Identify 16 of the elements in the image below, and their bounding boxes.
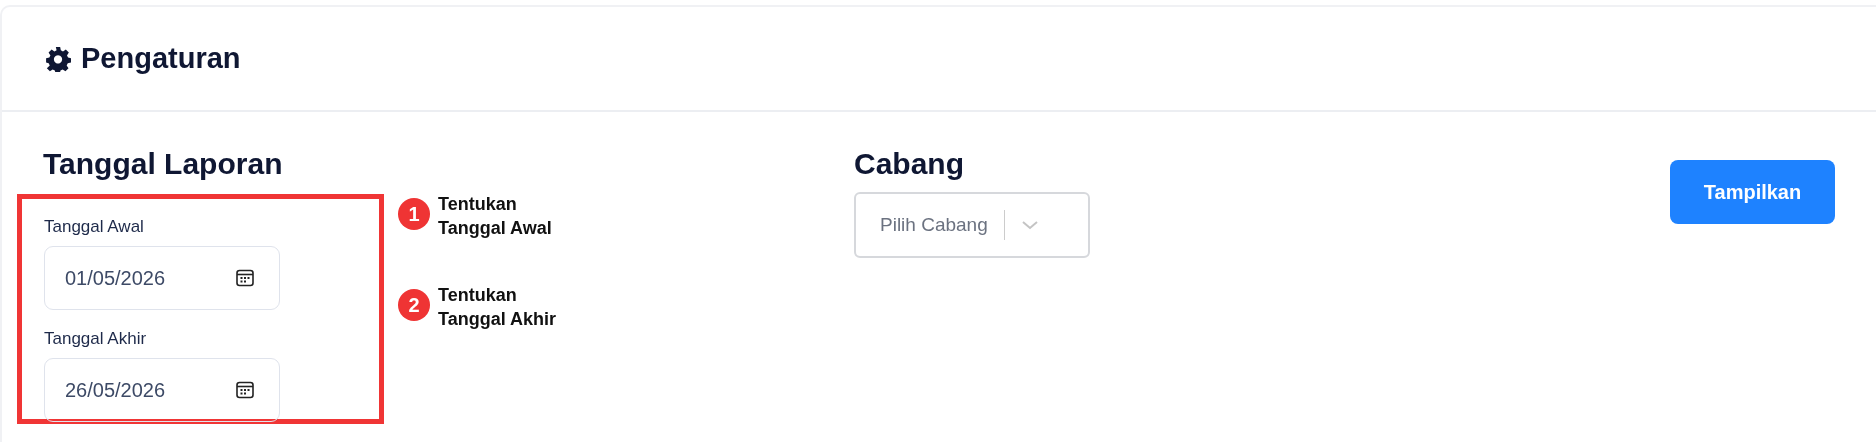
calendar-icon[interactable] xyxy=(235,268,255,288)
branch-select[interactable]: Pilih Cabang xyxy=(854,192,1090,258)
field-label: Tanggal Akhir xyxy=(44,329,147,349)
annotation-text: Tentukan Tanggal Awal xyxy=(438,193,553,240)
step-number: 2 xyxy=(398,289,430,321)
section-heading: Tanggal Laporan xyxy=(43,146,284,182)
date-field[interactable]: 01/05/2026 xyxy=(44,246,280,310)
settings-icon xyxy=(45,45,71,72)
page-title: Pengaturan xyxy=(81,42,241,75)
step-number: 1 xyxy=(398,198,430,230)
date-field[interactable]: 26/05/2026 xyxy=(44,358,280,422)
field-label: Tanggal Awal xyxy=(44,217,144,237)
annotation-text: Tentukan Tanggal Akhir xyxy=(438,284,557,331)
section-heading: Cabang xyxy=(854,146,965,182)
show-button[interactable]: Tampilkan xyxy=(1670,160,1835,224)
calendar-icon[interactable] xyxy=(235,380,255,400)
